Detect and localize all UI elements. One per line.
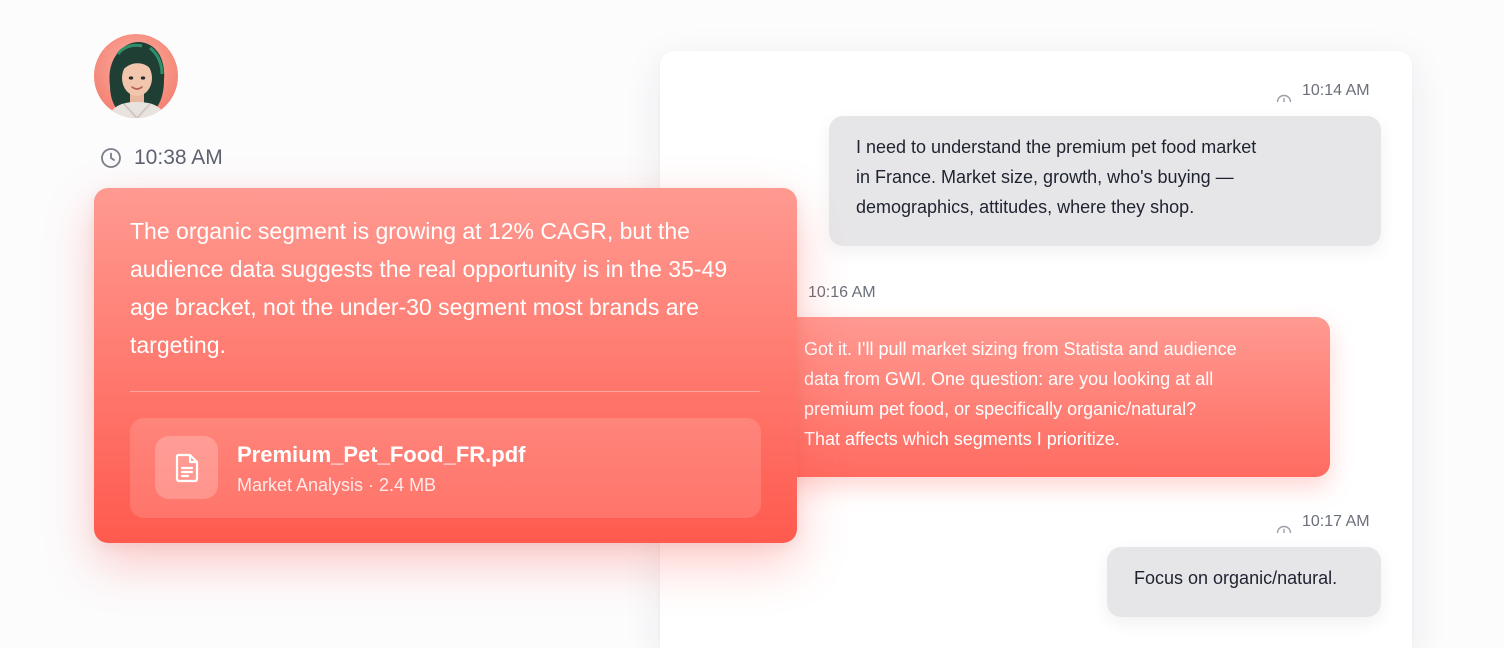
message-timestamp: 10:14 AM [1276,82,1370,102]
avatar [94,34,178,118]
message-timestamp: 10:17 AM [1276,513,1370,533]
user-message-bubble: I need to understand the premium pet foo… [829,116,1381,246]
clock-icon [1276,94,1292,102]
file-meta: Market Analysis · 2.4 MB [237,475,437,495]
assistant-insight-card: The organic segment is growing at 12% CA… [94,188,797,543]
user-message-bubble: Focus on organic/natural. [1107,547,1381,617]
assistant-message-bubble: Got it. I'll pull market sizing from Sta… [778,317,1330,477]
clock-icon [1276,525,1292,533]
stage: 10:14 AM I need to understand the premiu… [0,0,1504,648]
insight-text: The organic segment is growing at 12% CA… [130,218,728,358]
card-timestamp: 10:38 AM [100,146,223,170]
message-timestamp: 10:16 AM [808,284,876,301]
clock-icon [100,147,122,169]
divider [130,391,760,392]
document-icon [155,436,218,499]
file-name: Premium_Pet_Food_FR.pdf [237,442,526,467]
file-attachment[interactable]: Premium_Pet_Food_FR.pdf Market Analysis … [130,418,761,518]
